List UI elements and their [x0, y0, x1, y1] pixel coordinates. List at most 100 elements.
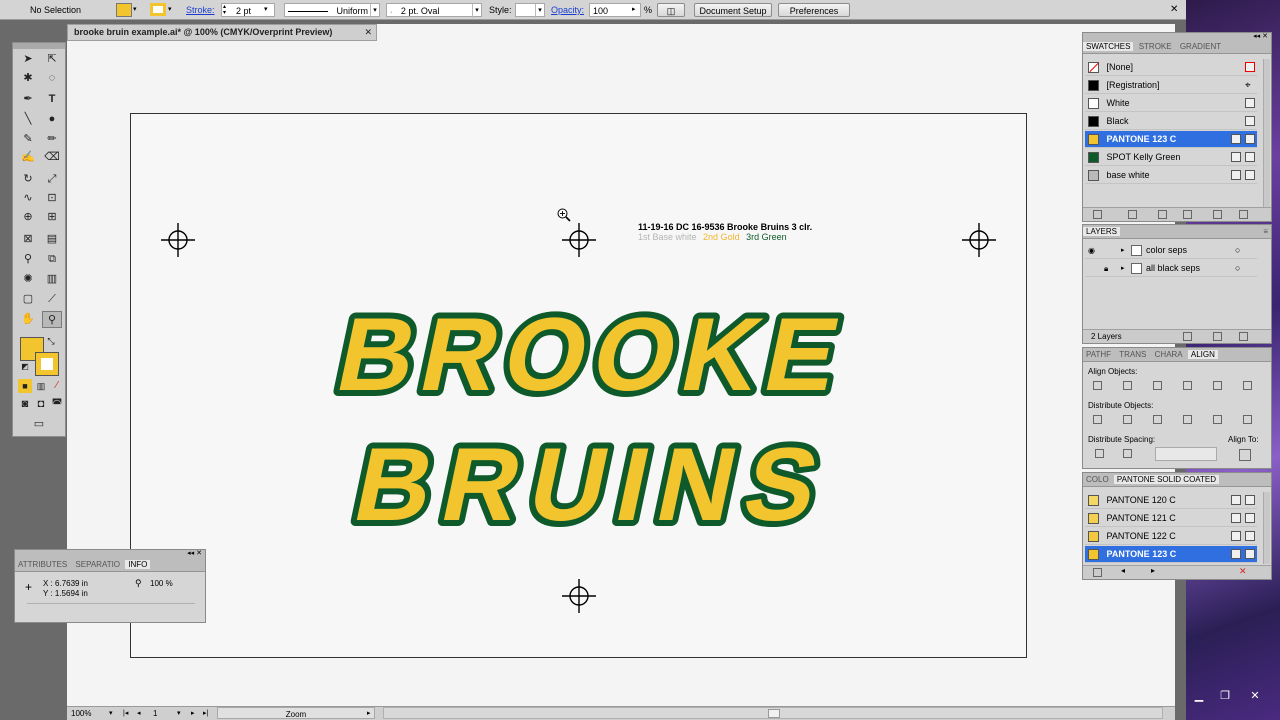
first-artboard-icon[interactable]: |◂	[123, 707, 128, 720]
lock-icon[interactable]: 🔒︎	[1104, 260, 1108, 277]
distribute-vspace-icon[interactable]	[1095, 449, 1104, 458]
symbol-sprayer-tool-icon[interactable]: ✺	[18, 271, 38, 288]
panel-close-icon[interactable]: ✕	[196, 550, 202, 557]
eyedropper-tool-icon[interactable]: ⚲	[18, 251, 38, 268]
swatches-scrollbar[interactable]	[1263, 59, 1270, 219]
last-artboard-icon[interactable]: ▸|	[203, 707, 208, 720]
tab-gradient[interactable]: GRADIENT	[1177, 42, 1224, 51]
tab-separations[interactable]: SEPARATIO	[72, 560, 123, 569]
horizontal-scrollbar[interactable]	[383, 707, 1163, 719]
align-middle-icon[interactable]	[1213, 381, 1222, 390]
line-tool-icon[interactable]: ╲	[18, 111, 38, 128]
distribute-center-icon[interactable]	[1123, 415, 1132, 424]
distribute-hspace-icon[interactable]	[1123, 449, 1132, 458]
align-top-icon[interactable]	[1183, 381, 1192, 390]
gradient-mode-icon[interactable]: ▥	[34, 379, 48, 393]
perspective-grid-tool-icon[interactable]: ⊞	[42, 209, 62, 226]
tab-info[interactable]: INFO	[125, 560, 151, 569]
delete-swatch-icon[interactable]	[1239, 210, 1248, 219]
artboard-dropdown-icon[interactable]: ▾	[177, 707, 181, 720]
spacing-field[interactable]	[1155, 447, 1217, 461]
artboard-number-field[interactable]: 1	[153, 707, 157, 720]
tab-color[interactable]: COLO	[1083, 475, 1112, 484]
target-circle-icon[interactable]: ○	[1235, 260, 1240, 277]
direct-selection-tool-icon[interactable]: ⇱	[42, 51, 62, 68]
document-tab[interactable]: brooke bruin example.ai* @ 100% (CMYK/Ov…	[67, 24, 377, 41]
pantone-row-selected[interactable]: PANTONE 123 C	[1085, 546, 1257, 563]
stroke-stepper-icon[interactable]: ▴ ▾	[223, 4, 226, 18]
magic-wand-tool-icon[interactable]: ✱	[18, 70, 38, 87]
pantone-row[interactable]: PANTONE 122 C	[1085, 528, 1257, 545]
close-icon[interactable]: ✕	[1242, 688, 1268, 704]
delete-layer-icon[interactable]	[1239, 332, 1248, 341]
warp-tool-icon[interactable]: ∿	[18, 190, 38, 207]
make-clip-mask-icon[interactable]	[1183, 332, 1192, 341]
swatch-library-icon[interactable]	[1093, 568, 1102, 577]
panel-menu-icon[interactable]: ≡	[1260, 225, 1271, 239]
tools-panel-grip[interactable]	[13, 43, 65, 49]
tab-attributes[interactable]: ATTRIBUTES	[15, 560, 70, 569]
align-center-icon[interactable]	[1123, 381, 1132, 390]
expand-arrow-icon[interactable]: ▸	[1121, 242, 1125, 259]
swatch-row[interactable]: base white	[1085, 167, 1257, 184]
swatch-library-icon[interactable]	[1093, 210, 1102, 219]
swatch-row[interactable]: Black	[1085, 113, 1257, 130]
show-kinds-icon[interactable]	[1128, 210, 1137, 219]
scale-tool-icon[interactable]: ⤢	[42, 171, 62, 188]
new-layer-icon[interactable]	[1213, 332, 1222, 341]
brush-definition[interactable]: · 2 pt. Oval ▾	[386, 3, 482, 18]
distribute-bottom-icon[interactable]	[1153, 415, 1162, 424]
document-setup-button[interactable]: Document Setup	[694, 3, 772, 17]
stroke-dropdown-icon[interactable]: ▾	[168, 3, 178, 17]
artboard-tool-icon[interactable]: ▢	[18, 291, 38, 308]
fill-dropdown-icon[interactable]: ▾	[133, 3, 143, 17]
layer-row[interactable]: 🔒︎ ▸ all black seps ○	[1085, 260, 1257, 277]
control-bar-close-icon[interactable]: ✕	[1170, 3, 1178, 17]
collapse-icon[interactable]: ◂◂	[187, 550, 194, 557]
color-mode-icon[interactable]: ■	[18, 379, 32, 393]
column-graph-tool-icon[interactable]: ▥	[42, 271, 62, 288]
screen-mode-icon[interactable]: ▭	[28, 417, 50, 431]
attributes-panel-header[interactable]: ◂◂ ✕	[15, 550, 205, 558]
swatch-row[interactable]: [None]	[1085, 59, 1257, 76]
swap-fill-stroke-icon[interactable]: ⤡	[44, 335, 58, 347]
stroke-swatch[interactable]	[150, 3, 166, 16]
draw-normal-icon[interactable]: ◙	[18, 397, 32, 411]
pantone-row[interactable]: PANTONE 121 C	[1085, 510, 1257, 527]
preferences-button[interactable]: Preferences	[778, 3, 850, 17]
swatches-panel-header[interactable]: ◂◂ ✕	[1083, 33, 1271, 40]
document-tab-close-icon[interactable]: ✕	[364, 25, 372, 40]
panel-close-icon[interactable]: ✕	[1262, 33, 1268, 40]
draw-behind-icon[interactable]: ◘	[34, 397, 48, 411]
stroke-weight-dropdown-icon[interactable]: ▾	[264, 3, 268, 17]
previous-library-icon[interactable]: ◂	[1121, 566, 1125, 575]
fill-swatch[interactable]	[116, 3, 132, 17]
zoom-level-field[interactable]: 100%	[71, 707, 91, 720]
stroke-color-swatch[interactable]	[35, 352, 59, 376]
pantone-scrollbar[interactable]	[1263, 492, 1270, 564]
slice-tool-icon[interactable]: ⟋	[42, 291, 62, 308]
stroke-label-link[interactable]: Stroke:	[186, 3, 215, 17]
zoom-tool-icon[interactable]: ⚲	[42, 311, 62, 328]
status-tool-field[interactable]: Zoom	[217, 707, 375, 719]
pencil-tool-icon[interactable]: ✏	[42, 131, 62, 148]
zoom-dropdown-icon[interactable]: ▾	[109, 707, 113, 720]
ellipse-tool-icon[interactable]: ●	[42, 111, 62, 128]
type-tool-icon[interactable]: T	[42, 91, 62, 108]
minimize-icon[interactable]: ▁	[1186, 688, 1212, 704]
mesh-tool-icon[interactable]: ⊠	[18, 231, 38, 248]
next-library-icon[interactable]: ▸	[1151, 566, 1155, 575]
scrollbar-thumb[interactable]	[768, 709, 780, 718]
new-color-group-icon[interactable]	[1183, 210, 1192, 219]
selection-tool-icon[interactable]: ➤	[18, 51, 38, 68]
opacity-label-link[interactable]: Opacity:	[551, 3, 584, 17]
align-bottom-icon[interactable]	[1243, 381, 1252, 390]
swatch-row-selected[interactable]: PANTONE 123 C	[1085, 131, 1257, 148]
recolor-artwork-button[interactable]: ◫	[657, 3, 685, 17]
rotate-tool-icon[interactable]: ↻	[18, 171, 38, 188]
tab-swatches[interactable]: SWATCHES	[1083, 42, 1134, 51]
align-to-selection-icon[interactable]	[1239, 449, 1251, 461]
artwork-brooke-bruins[interactable]: BROOKE BRUINS	[200, 286, 970, 546]
eraser-tool-icon[interactable]: ⌫	[42, 149, 62, 166]
graphic-style-picker[interactable]: ▾	[515, 3, 545, 18]
